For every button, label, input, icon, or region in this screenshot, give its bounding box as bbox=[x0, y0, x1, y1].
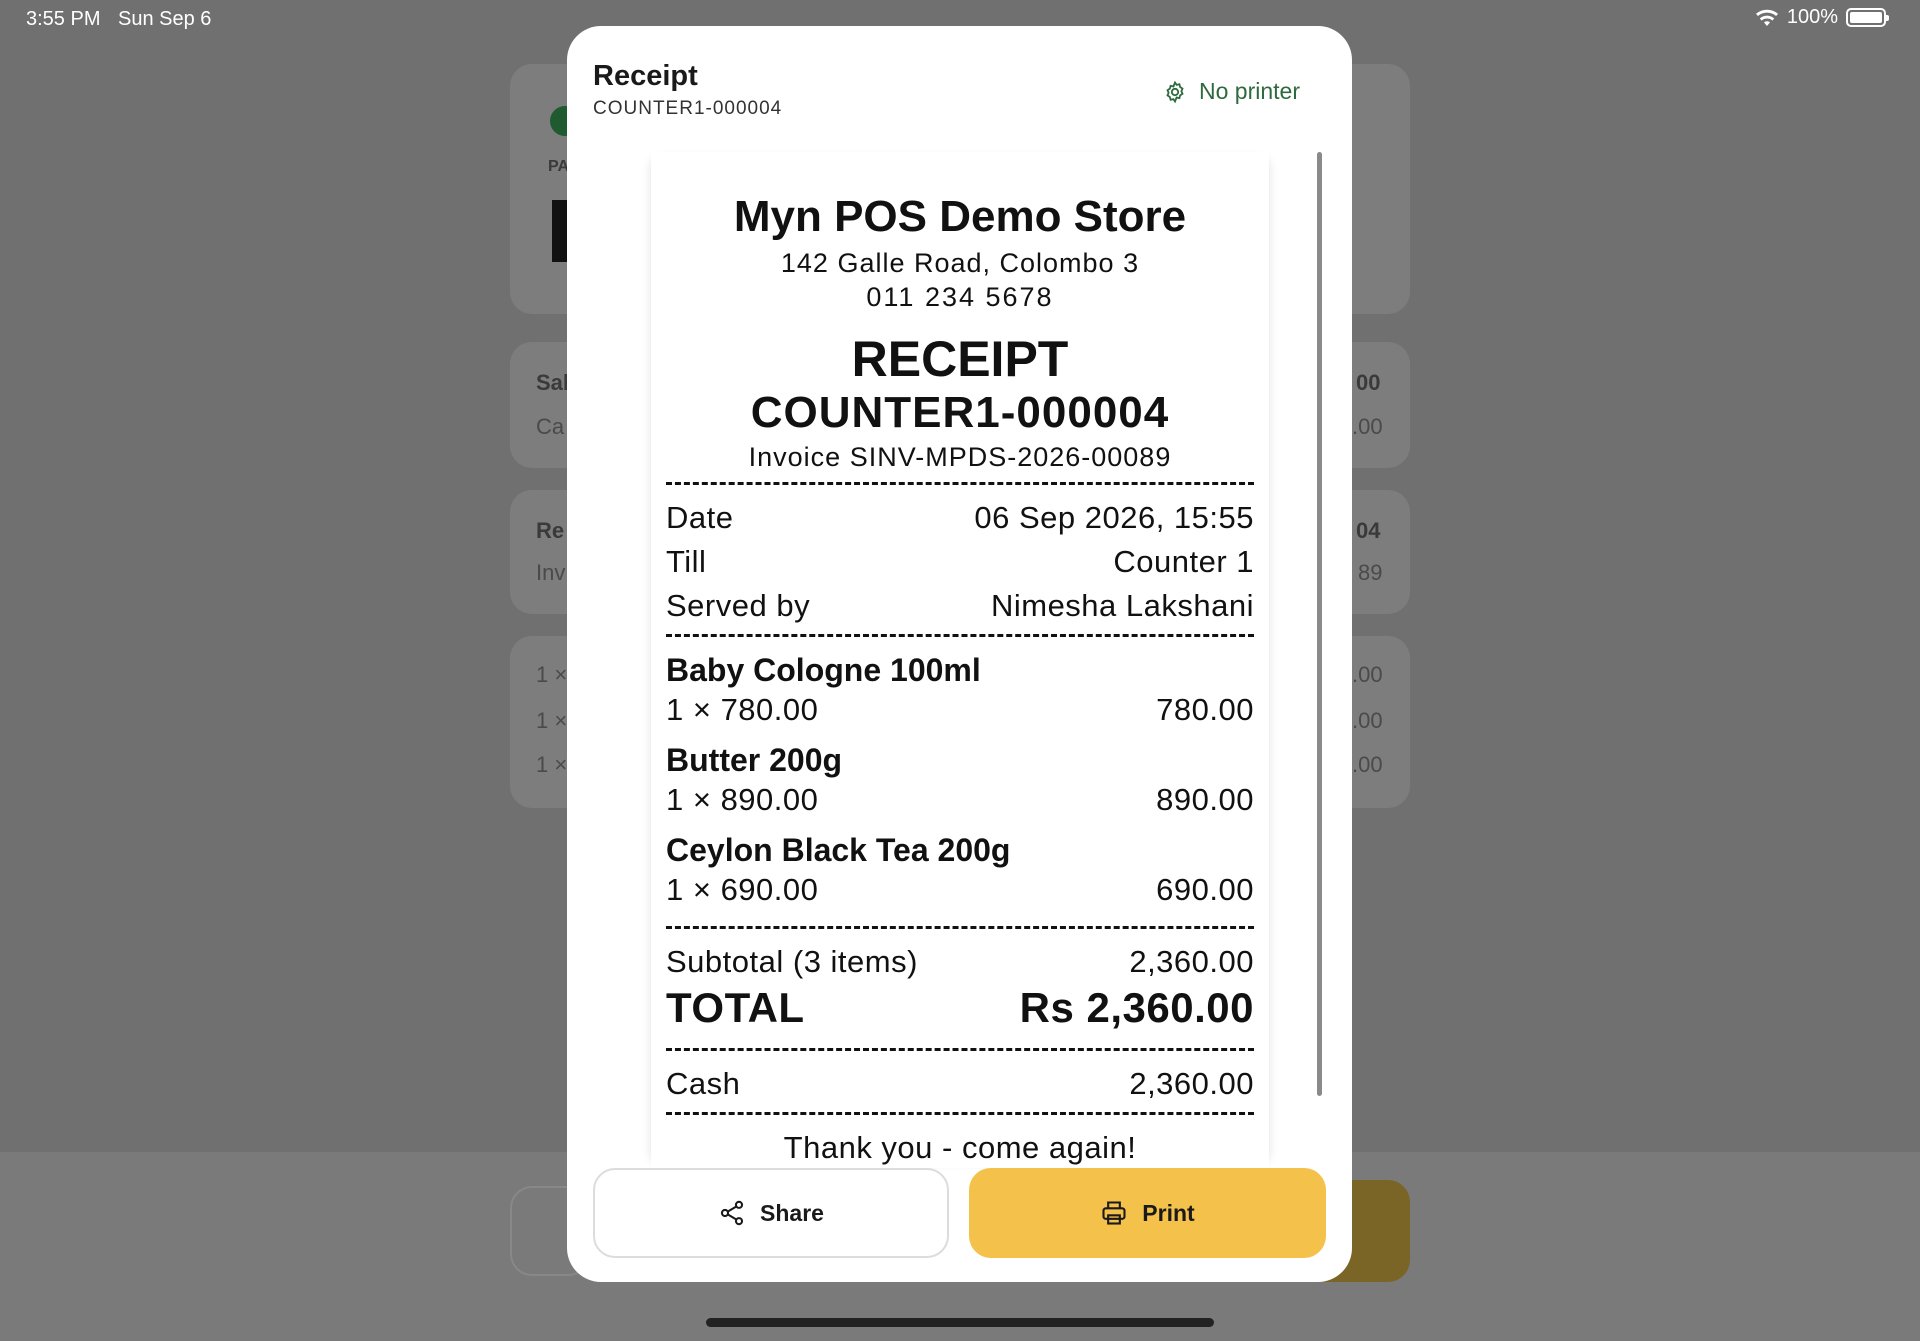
printer-icon bbox=[1102, 1201, 1126, 1225]
share-label: Share bbox=[760, 1199, 824, 1226]
date-row: Date 06 Sep 2026, 15:55 bbox=[666, 500, 1254, 536]
subtotal-row: Subtotal (3 items) 2,360.00 bbox=[666, 944, 1254, 980]
bg-item-row: 1 × bbox=[536, 752, 568, 777]
print-button[interactable]: Print bbox=[969, 1168, 1326, 1258]
item-amount: 780.00 bbox=[1156, 692, 1254, 727]
invoice-number: Invoice SINV-MPDS-2026-00089 bbox=[748, 442, 1172, 472]
receipt-modal: Receipt COUNTER1-000004 No printer Myn P… bbox=[567, 26, 1352, 1282]
store-phone: 011 234 5678 bbox=[866, 282, 1054, 312]
subtotal-label: Subtotal (3 items) bbox=[666, 944, 918, 979]
receipt-preview[interactable]: Myn POS Demo Store 142 Galle Road, Colom… bbox=[651, 152, 1269, 1168]
divider bbox=[666, 1112, 1254, 1115]
bg-item-val: .00 bbox=[1352, 708, 1383, 733]
subtotal-value: 2,360.00 bbox=[1129, 944, 1254, 979]
till-row: Till Counter 1 bbox=[666, 544, 1254, 580]
item-amount: 890.00 bbox=[1156, 782, 1254, 817]
wifi-icon bbox=[1755, 9, 1778, 26]
bg-card2-sub: Ca bbox=[536, 414, 565, 439]
item-amount: 690.00 bbox=[1156, 872, 1254, 907]
receipt-footer: Thank you - come again! bbox=[783, 1130, 1137, 1165]
modal-title: Receipt bbox=[593, 60, 698, 92]
receipt-number: COUNTER1-000004 bbox=[750, 388, 1170, 437]
receipt-scrollbar[interactable] bbox=[1317, 152, 1322, 1096]
printer-status-label: No printer bbox=[1199, 78, 1300, 104]
share-icon bbox=[720, 1200, 744, 1226]
share-button[interactable]: Share bbox=[593, 1168, 949, 1258]
item-line: 1 × 780.00 780.00 bbox=[666, 692, 1254, 728]
receipt-heading: RECEIPT bbox=[851, 331, 1069, 387]
date-value: 06 Sep 2026, 15:55 bbox=[974, 500, 1254, 535]
printer-status-button[interactable]: No printer bbox=[1163, 78, 1300, 105]
bg-card2-val2: .00 bbox=[1352, 414, 1383, 439]
payment-row: Cash 2,360.00 bbox=[666, 1066, 1254, 1102]
till-label: Till bbox=[666, 544, 707, 579]
total-label: TOTAL bbox=[666, 984, 805, 1031]
store-address: 142 Galle Road, Colombo 3 bbox=[780, 248, 1140, 278]
payment-label: Cash bbox=[666, 1066, 741, 1101]
modal-subtitle: COUNTER1-000004 bbox=[593, 98, 783, 119]
bg-item-val: .00 bbox=[1352, 662, 1383, 687]
item-line: 1 × 690.00 690.00 bbox=[666, 872, 1254, 908]
bg-item-row: 1 × bbox=[536, 662, 568, 687]
served-by-label: Served by bbox=[666, 588, 811, 623]
battery-percent: 100% bbox=[1786, 6, 1838, 28]
item-qty-price: 1 × 690.00 bbox=[666, 872, 819, 907]
item-name: Baby Cologne 100ml bbox=[666, 652, 981, 688]
battery-icon bbox=[1846, 8, 1889, 27]
divider bbox=[666, 926, 1254, 929]
total-value: Rs 2,360.00 bbox=[1019, 984, 1254, 1031]
status-date: Sun Sep 6 bbox=[118, 8, 212, 30]
item-name: Butter 200g bbox=[666, 742, 843, 778]
item-line: 1 × 890.00 890.00 bbox=[666, 782, 1254, 818]
bg-card3-val1: 04 bbox=[1356, 518, 1381, 543]
home-indicator[interactable] bbox=[706, 1318, 1214, 1327]
status-right: 100% bbox=[1755, 6, 1889, 29]
item-qty-price: 1 × 780.00 bbox=[666, 692, 819, 727]
till-value: Counter 1 bbox=[1113, 544, 1254, 579]
store-name: Myn POS Demo Store bbox=[733, 192, 1187, 241]
served-by-row: Served by Nimesha Lakshani bbox=[666, 588, 1254, 624]
bg-card3-val2: 89 bbox=[1358, 560, 1383, 585]
item-name: Ceylon Black Tea 200g bbox=[666, 832, 1011, 868]
bg-card2-title: Sal bbox=[536, 370, 570, 395]
divider bbox=[666, 1048, 1254, 1051]
payment-value: 2,360.00 bbox=[1129, 1066, 1254, 1101]
gear-icon bbox=[1166, 80, 1184, 103]
total-row: TOTAL Rs 2,360.00 bbox=[666, 984, 1254, 1032]
bg-card3-title: Re bbox=[536, 518, 565, 543]
bg-card3-sub: Inv bbox=[536, 560, 566, 585]
divider bbox=[666, 634, 1254, 637]
divider bbox=[666, 482, 1254, 485]
status-time: 3:55 PM bbox=[26, 8, 101, 30]
date-label: Date bbox=[666, 500, 734, 535]
bg-card1-label: PA bbox=[548, 158, 570, 175]
bg-item-row: 1 × bbox=[536, 708, 568, 733]
item-qty-price: 1 × 890.00 bbox=[666, 782, 819, 817]
print-label: Print bbox=[1142, 1199, 1195, 1226]
bg-card2-val1: 00 bbox=[1356, 370, 1381, 395]
bg-item-val: .00 bbox=[1352, 752, 1383, 777]
served-by-value: Nimesha Lakshani bbox=[990, 588, 1254, 623]
